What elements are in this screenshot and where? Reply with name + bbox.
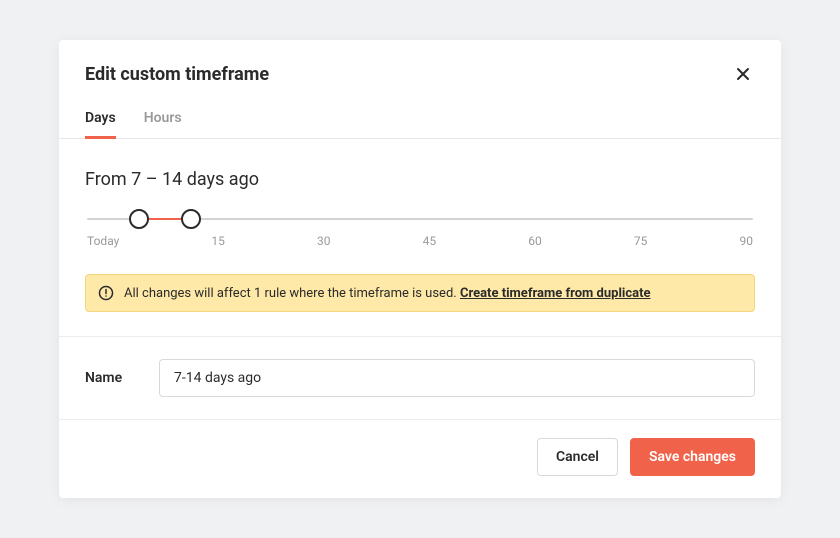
tabs: Days Hours [59,102,781,139]
slider-tick: 15 [211,234,225,248]
range-summary: From 7 – 14 days ago [85,169,755,190]
tab-days[interactable]: Days [85,102,116,139]
close-button[interactable] [731,62,755,86]
alert-text: All changes will affect 1 rule where the… [124,286,651,301]
slider-handle-from[interactable] [129,209,149,229]
slider-tick: 45 [423,234,437,248]
tab-hours[interactable]: Hours [144,102,182,139]
edit-timeframe-modal: Edit custom timeframe Days Hours From 7 … [59,40,781,498]
slider-tick: 60 [528,234,542,248]
close-icon [735,66,751,82]
name-row: Name [59,337,781,419]
alert-message: All changes will affect 1 rule where the… [124,286,460,301]
slider-tick: 75 [634,234,648,248]
modal-header: Edit custom timeframe [59,40,781,102]
slider-track [87,218,753,220]
slider-ticks: Today 15 30 45 60 75 90 [87,234,753,248]
name-input[interactable] [159,359,755,397]
modal-title: Edit custom timeframe [85,64,269,85]
modal-body: From 7 – 14 days ago Today 15 30 45 60 75 90 A… [59,139,781,336]
warning-icon [98,285,114,301]
range-slider[interactable]: Today 15 30 45 60 75 90 [87,218,753,248]
slider-tick: Today [87,234,119,248]
alert-banner: All changes will affect 1 rule where the… [85,274,755,312]
slider-tick: 90 [739,234,753,248]
modal-footer: Cancel Save changes [59,420,781,498]
save-button[interactable]: Save changes [630,438,755,476]
name-label: Name [85,370,129,386]
cancel-button[interactable]: Cancel [537,438,618,476]
slider-tick: 30 [317,234,331,248]
slider-handle-to[interactable] [181,209,201,229]
create-duplicate-link[interactable]: Create timeframe from duplicate [460,286,651,301]
